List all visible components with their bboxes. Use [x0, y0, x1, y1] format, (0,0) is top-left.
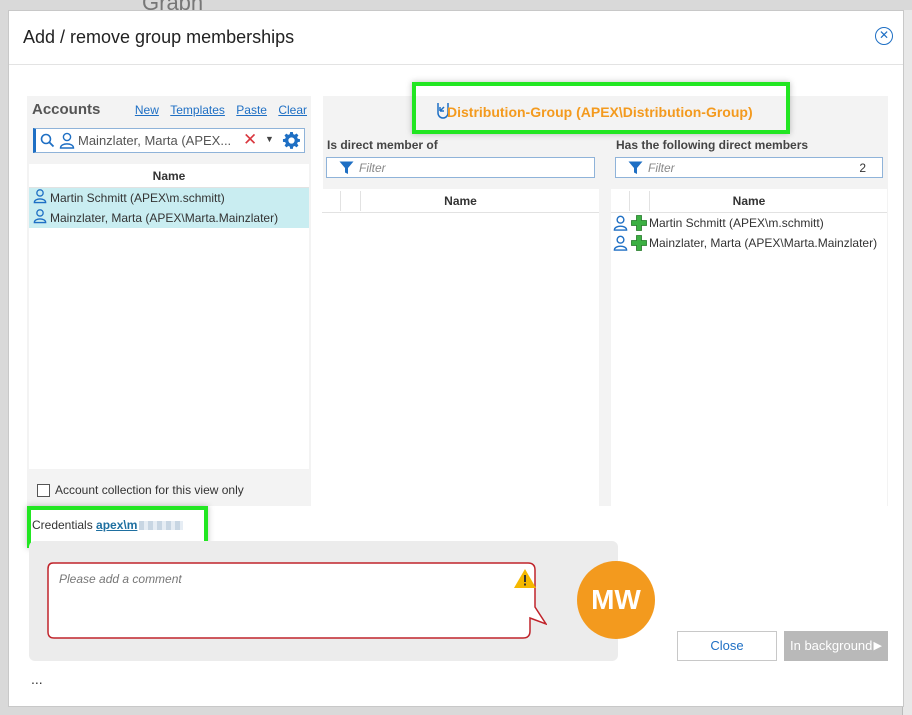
accounts-panel: Accounts New Templates Paste Clear Mainz… [27, 96, 311, 506]
clear-search-icon[interactable]: ✕ [243, 130, 257, 150]
member-of-name-header-label: Name [444, 194, 477, 208]
credentials: Credentials apex\m [32, 518, 184, 532]
members-name-header[interactable]: Name [611, 189, 887, 213]
filter-icon [339, 161, 354, 180]
member-row[interactable]: Martin Schmitt (APEX\m.schmitt) [611, 213, 887, 233]
credentials-user-link[interactable]: apex\m [96, 518, 137, 532]
user-icon [59, 132, 75, 154]
chevron-down-icon[interactable]: ▼ [265, 134, 274, 144]
redacted-text [139, 521, 184, 531]
accounts-list: Name Martin Schmitt (APEX\m.schmitt) Mai… [29, 164, 309, 469]
account-row[interactable]: Martin Schmitt (APEX\m.schmitt) [29, 188, 309, 208]
member-of-title: Is direct member of [327, 138, 438, 152]
column-separator [649, 191, 650, 211]
clear-link[interactable]: Clear [278, 103, 307, 117]
member-of-filter-input[interactable]: Filter [326, 157, 595, 178]
accounts-links: New Templates Paste Clear [127, 103, 307, 117]
column-separator [340, 191, 341, 211]
members-name-header-label: Name [732, 194, 766, 208]
new-link[interactable]: New [135, 103, 159, 117]
user-icon [33, 188, 47, 210]
templates-link[interactable]: Templates [170, 103, 225, 117]
member-of-list: Name [322, 189, 599, 506]
account-collection-option: Account collection for this view only [37, 483, 244, 498]
search-icon [40, 133, 55, 153]
column-separator [360, 191, 361, 211]
close-button[interactable]: Close [677, 631, 777, 661]
member-of-filter-placeholder: Filter [359, 161, 386, 175]
in-background-label: In background [790, 638, 873, 653]
play-icon: ▶ [873, 640, 882, 652]
account-row-label: Martin Schmitt (APEX\m.schmitt) [50, 191, 225, 206]
footer-ellipsis: ... [31, 671, 43, 687]
dialog-title: Add / remove group memberships [23, 27, 295, 47]
account-search-input[interactable]: Mainzlater, Marta (APEX... ✕ ▼ [33, 128, 305, 153]
accounts-title: Accounts [32, 101, 101, 118]
column-separator [629, 191, 630, 211]
in-background-button[interactable]: In background ▶ [784, 631, 888, 661]
members-filter-placeholder: Filter [648, 161, 675, 175]
add-member-icon [631, 235, 647, 257]
credentials-label: Credentials [32, 518, 93, 532]
user-icon [33, 208, 47, 230]
paste-link[interactable]: Paste [236, 103, 267, 117]
account-row-label: Mainzlater, Marta (APEX\Marta.Mainzlater… [50, 211, 279, 226]
member-row-label: Mainzlater, Marta (APEX\Marta.Mainzlater… [649, 236, 878, 250]
account-collection-label: Account collection for this view only [55, 483, 244, 497]
group-membership-dialog: Add / remove group memberships ✕ Account… [8, 10, 904, 707]
warning-icon [513, 568, 537, 594]
dialog-header: Add / remove group memberships ✕ [9, 11, 903, 65]
account-collection-checkbox[interactable] [37, 484, 50, 498]
account-row[interactable]: Mainzlater, Marta (APEX\Marta.Mainzlater… [29, 208, 309, 228]
members-list: Name Martin Schmitt (APEX\m.schmitt) Mai… [611, 189, 887, 506]
member-row-label: Martin Schmitt (APEX\m.schmitt) [649, 216, 824, 230]
member-of-name-header[interactable]: Name [322, 189, 599, 213]
avatar: MW [577, 561, 655, 639]
group-name[interactable]: Distribution-Group (APEX\Distribution-Gr… [447, 104, 753, 120]
gear-icon[interactable] [282, 131, 301, 155]
account-search-value: Mainzlater, Marta (APEX... [78, 133, 232, 148]
comment-placeholder: Please add a comment [59, 572, 182, 586]
accounts-name-header[interactable]: Name [29, 164, 309, 188]
members-title: Has the following direct members [616, 138, 809, 152]
user-icon [613, 235, 628, 257]
close-icon[interactable]: ✕ [875, 27, 893, 45]
filter-icon [628, 161, 643, 180]
members-count: 2 [859, 161, 866, 175]
members-filter-input[interactable]: Filter 2 [615, 157, 883, 178]
member-row[interactable]: Mainzlater, Marta (APEX\Marta.Mainzlater… [611, 233, 887, 253]
